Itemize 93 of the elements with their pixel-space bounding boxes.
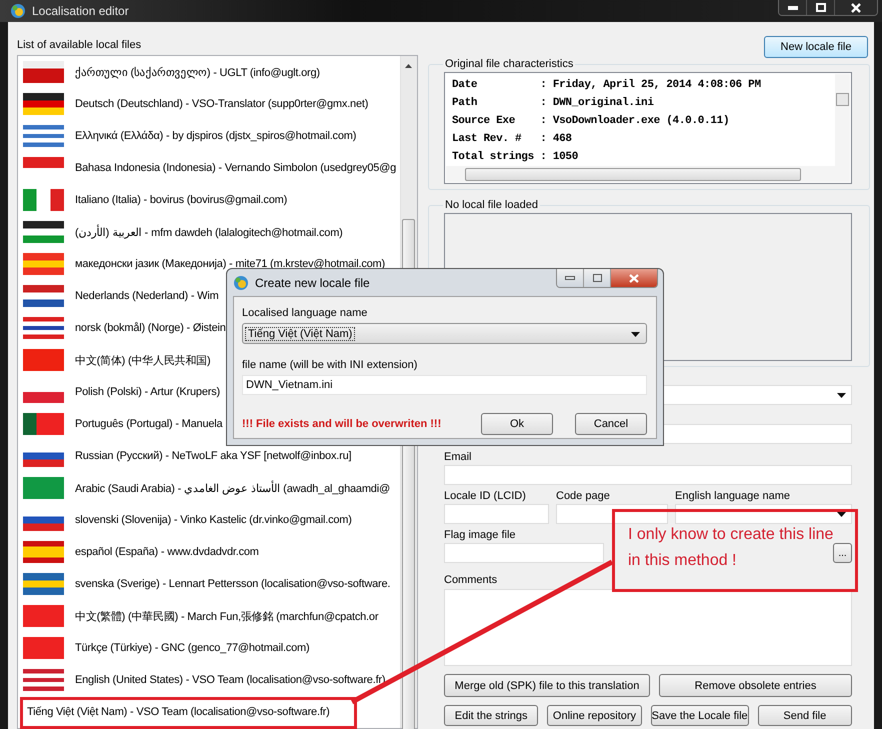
maximize-icon xyxy=(816,3,826,12)
close-icon xyxy=(851,2,861,12)
field-label: file name (will be with INI extension) xyxy=(242,358,418,372)
locale-item[interactable]: Nederlands (Nederland) - Wim xyxy=(75,290,219,302)
locale-item[interactable]: Polish (Polski) - Artur (Krupers) xyxy=(75,386,220,398)
action-button[interactable]: Send file xyxy=(758,705,852,726)
info-line: Source Exe : VsoDownloader.exe (4.0.0.11) xyxy=(452,114,730,129)
close-button[interactable] xyxy=(835,0,877,15)
maximize-button[interactable] xyxy=(807,0,835,15)
locale-item[interactable]: Arabic (Saudi Arabia) - الأستاذ عوض الغامدي (awadh_al_ghaamdi@ xyxy=(75,482,390,494)
dialog-title: Create new locale file xyxy=(255,276,370,290)
action-button[interactable]: Remove obsolete entries xyxy=(659,674,852,697)
flag-icon xyxy=(23,605,64,627)
locale-item[interactable]: ქართული (საქართველო) - UGLT (info@uglt.org) xyxy=(75,66,320,78)
minimize-icon xyxy=(788,6,798,10)
flag-icon xyxy=(23,61,64,83)
flag-icon xyxy=(23,669,64,691)
group-title: No local file loaded xyxy=(444,199,539,211)
locale-item[interactable]: 中文(简体) (中华人民共和国) xyxy=(75,352,211,368)
flag-icon xyxy=(23,221,64,243)
field-label: Locale ID (LCID) xyxy=(444,489,526,503)
info-line: Total strings : 1050 xyxy=(452,150,580,165)
flag-icon xyxy=(23,93,64,115)
flag-icon xyxy=(23,253,64,275)
scrollbar[interactable] xyxy=(446,166,850,182)
locale-item[interactable]: Bahasa Indonesia (Indonesia) - Vernando Simbolon (usedgrey05@g xyxy=(75,162,396,174)
locale-item[interactable]: Tiếng Việt (Việt Nam) - VSO Team (localisation@vso-software.fr) xyxy=(27,706,330,718)
caret-icon xyxy=(631,332,640,337)
dialog-button[interactable]: Ok xyxy=(481,413,553,435)
minimize-button[interactable] xyxy=(557,269,584,287)
locale-item[interactable]: svenska (Sverige) - Lennart Pettersson (localisation@vso-software. xyxy=(75,578,390,590)
locale-item[interactable]: 中文(繁體) (中華民國) - March Fun,張修銘 (marchfun@cpatch.or xyxy=(75,608,378,624)
info-line: Path : DWN_original.ini xyxy=(452,96,655,111)
locale-item[interactable]: Italiano (Italia) - bovirus (bovirus@gmail.com) xyxy=(75,194,288,206)
action-button[interactable]: Online repository xyxy=(547,705,642,726)
input-field[interactable] xyxy=(556,504,668,524)
comments-field[interactable] xyxy=(444,589,852,666)
app-logo-icon xyxy=(233,274,249,290)
locale-item[interactable]: Deutsch (Deutschland) - VSO-Translator (supp0rter@gmx.net) xyxy=(75,98,368,110)
browse-button[interactable]: ... xyxy=(833,543,852,563)
maximize-button[interactable] xyxy=(584,269,611,287)
action-button[interactable]: Edit the strings xyxy=(444,705,538,726)
minimize-button[interactable] xyxy=(779,0,807,15)
annotation-text: I only know to create this line in this method ! xyxy=(628,525,834,571)
group-title: Original file characteristics xyxy=(444,58,574,70)
flag-icon xyxy=(23,573,64,595)
info-line: Last Rev. # : 468 xyxy=(452,132,573,147)
field-label: English language name xyxy=(675,489,790,503)
new-locale-button[interactable]: New locale file xyxy=(764,36,868,58)
input-field[interactable] xyxy=(444,504,549,524)
input-field[interactable] xyxy=(444,543,604,563)
locale-item[interactable]: Português (Portugal) - Manuela xyxy=(75,418,222,430)
minimize-icon xyxy=(565,276,575,280)
flag-icon xyxy=(23,477,64,499)
flag-icon xyxy=(23,285,64,307)
scroll-up-icon xyxy=(405,64,412,68)
locale-item[interactable]: Türkçe (Türkiye) - GNC (genco_77@hotmail.com) xyxy=(75,642,310,654)
dialog-button[interactable]: Cancel xyxy=(575,413,647,435)
action-button[interactable]: Save the Locale file xyxy=(650,705,749,726)
flag-icon xyxy=(23,637,64,659)
flag-icon xyxy=(23,125,64,147)
info-line: Date : Friday, April 25, 2014 4:08:06 PM xyxy=(452,78,762,93)
maximize-icon xyxy=(592,274,602,282)
email-field[interactable] xyxy=(444,465,852,485)
locale-item[interactable]: English (United States) - VSO Team (localisation@vso-software.fr) xyxy=(75,674,386,686)
field-label: Flag image file xyxy=(444,528,516,542)
flag-icon xyxy=(23,317,64,339)
field-label: Email xyxy=(444,450,472,464)
locale-item[interactable]: македонски јазик (Македонија) - mite71 (m.krstev@hotmail.com) xyxy=(75,258,385,270)
locale-item[interactable]: Ελληνικά (Ελλάδα) - by djspiros (djstx_spiros@hotmail.com) xyxy=(75,130,356,142)
app-logo-icon xyxy=(10,3,26,19)
warning-text: !!! File exists and will be overwriten !!! xyxy=(242,418,442,430)
caret-icon xyxy=(837,393,846,398)
scrollbar[interactable] xyxy=(835,74,850,166)
window-title: Localisation editor xyxy=(32,4,129,18)
caret-icon xyxy=(837,512,846,517)
locale-item[interactable]: العربية (الأردن) - mfm dawdeh (lalalogitech@hotmail.com) xyxy=(75,226,343,238)
flag-icon xyxy=(23,541,64,563)
locale-item[interactable]: slovenski (Slovenija) - Vinko Kastelic (dr.vinko@gmail.com) xyxy=(75,514,352,526)
locale-item[interactable]: Russian (Русский) - NeTwoLF aka YSF [netwolf@inbox.ru] xyxy=(75,450,352,462)
field-label: Code page xyxy=(556,489,610,503)
locale-item[interactable]: español (España) - www.dvdadvdr.com xyxy=(75,546,259,558)
locale-item[interactable]: norsk (bokmål) (Norge) - Øistein xyxy=(75,322,226,334)
flag-icon xyxy=(23,349,64,371)
field-label: Comments xyxy=(444,573,498,587)
field-label: Localised language name xyxy=(242,306,368,320)
list-label: List of available local files xyxy=(17,39,142,53)
close-icon xyxy=(629,274,639,282)
action-button[interactable]: Merge old (SPK) file to this translation xyxy=(444,674,650,697)
flag-icon xyxy=(23,189,64,211)
filename-field[interactable]: DWN_Vietnam.ini xyxy=(242,375,647,395)
language-dropdown[interactable]: Tiếng Việt (Việt Nam) xyxy=(242,323,647,344)
flag-icon xyxy=(23,413,64,435)
